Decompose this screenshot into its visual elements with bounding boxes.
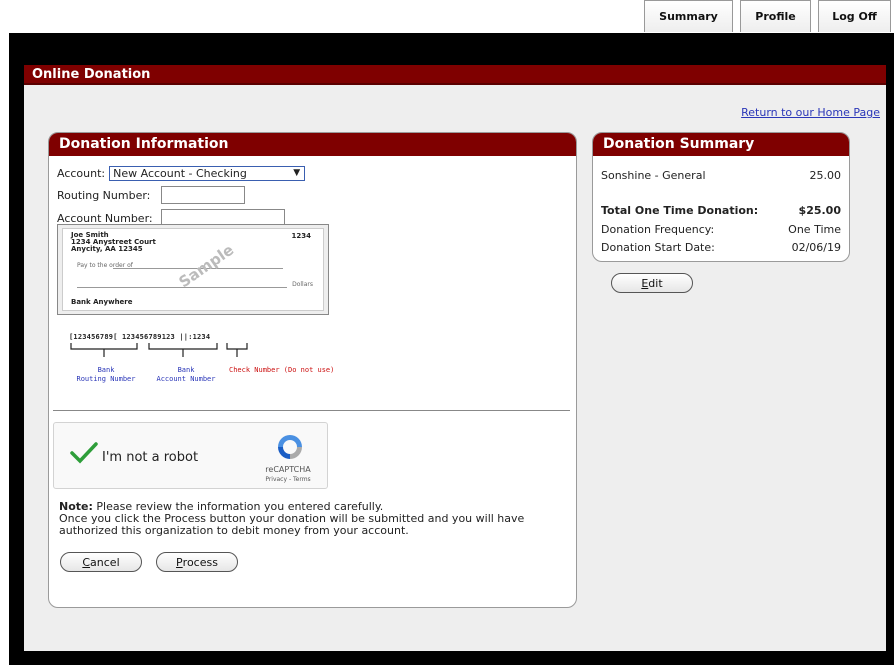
account-select[interactable]: New Account - Checking ▼ <box>109 166 306 181</box>
routing-number-label: Routing Number: <box>57 188 151 202</box>
check-body: Joe Smith 1234 Anystreet Court Anycity, … <box>62 228 324 311</box>
summary-fund-row: Sonshine - General 25.00 <box>601 169 841 182</box>
check-brackets <box>70 343 248 357</box>
frequency-label: Donation Frequency: <box>601 223 715 236</box>
review-note: Note: Please review the information you … <box>59 501 569 537</box>
account-label: Account: <box>57 167 106 180</box>
legend-account-line1: Bank <box>177 366 195 374</box>
edit-button[interactable]: Edit <box>611 273 693 293</box>
process-button[interactable]: Process <box>156 552 238 572</box>
frequency-value: One Time <box>788 223 841 236</box>
check-owner: Joe Smith 1234 Anystreet Court Anycity, … <box>71 232 156 253</box>
edit-label: dit <box>648 276 663 290</box>
legend-check-number: Check Number (Do not use) <box>229 366 335 374</box>
total-value: $25.00 <box>798 204 841 217</box>
start-date-label: Donation Start Date: <box>601 241 715 254</box>
dropdown-arrow-icon: ▼ <box>293 168 301 178</box>
edit-accesskey: E <box>641 276 649 290</box>
fund-amount: 25.00 <box>809 169 842 182</box>
tab-profile[interactable]: Profile <box>740 0 811 32</box>
summary-start-row: Donation Start Date: 02/06/19 <box>601 241 841 254</box>
donation-information-title: Donation Information <box>49 133 576 156</box>
top-nav: Summary Profile Log Off <box>637 0 894 33</box>
section-divider <box>53 410 570 411</box>
total-label: Total One Time Donation: <box>601 204 759 217</box>
recaptcha-label: I'm not a robot <box>102 450 199 465</box>
donation-summary-title: Donation Summary <box>593 133 849 156</box>
account-number-label: Account Number: <box>57 211 153 225</box>
cancel-label: ancel <box>90 555 120 569</box>
legend-account-line2: Account Number <box>156 375 216 383</box>
legend-routing-line1: Bank <box>97 366 115 374</box>
donation-summary-box: Donation Summary Sonshine - General 25.0… <box>592 132 850 262</box>
check-bank-name: Bank Anywhere <box>71 298 133 306</box>
summary-total-row: Total One Time Donation: $25.00 <box>601 204 841 217</box>
sample-check-image: Joe Smith 1234 Anystreet Court Anycity, … <box>57 224 329 315</box>
start-date-value: 02/06/19 <box>791 241 841 254</box>
routing-number-input[interactable] <box>161 186 245 204</box>
check-number: 1234 <box>291 232 311 240</box>
account-row: Account: New Account - Checking ▼ <box>57 166 306 181</box>
recaptcha-logo-icon <box>278 435 302 459</box>
recaptcha-privacy-terms[interactable]: Privacy - Terms <box>260 476 316 483</box>
check-sample-watermark: Sample <box>175 240 238 292</box>
check-dollars-line <box>77 287 287 288</box>
page-title: Online Donation <box>24 65 886 85</box>
check-dollars-label: Dollars <box>292 281 313 288</box>
checkmark-icon[interactable] <box>70 441 98 465</box>
check-micr-line: [123456789[ 123456789123 ||:1234 <box>69 333 211 341</box>
legend-routing: Bank Routing Number <box>61 366 151 384</box>
tab-log-off[interactable]: Log Off <box>818 0 891 32</box>
summary-frequency-row: Donation Frequency: One Time <box>601 223 841 236</box>
fund-name: Sonshine - General <box>601 169 706 182</box>
cancel-button[interactable]: Cancel <box>60 552 142 572</box>
routing-row: Routing Number: <box>57 186 245 204</box>
tab-summary[interactable]: Summary <box>644 0 733 32</box>
recaptcha-brand: reCAPTCHA <box>265 465 311 474</box>
donation-information-box: Donation Information Account: New Accoun… <box>48 132 577 608</box>
legend-routing-line2: Routing Number <box>76 375 136 383</box>
recaptcha-widget: I'm not a robot reCAPTCHA Privacy - Term… <box>53 422 328 489</box>
account-select-value: New Account - Checking <box>113 167 247 180</box>
note-line2: Once you click the Process button your d… <box>59 512 525 537</box>
legend-account: Bank Account Number <box>141 366 231 384</box>
check-owner-address2: Anycity, AA 12345 <box>71 245 143 253</box>
home-page-link[interactable]: Return to our Home Page <box>741 106 880 119</box>
process-label: rocess <box>182 555 218 569</box>
process-accesskey: P <box>176 555 183 569</box>
online-donation-panel: Online Donation Return to our Home Page … <box>24 65 886 651</box>
cancel-accesskey: C <box>82 555 91 569</box>
